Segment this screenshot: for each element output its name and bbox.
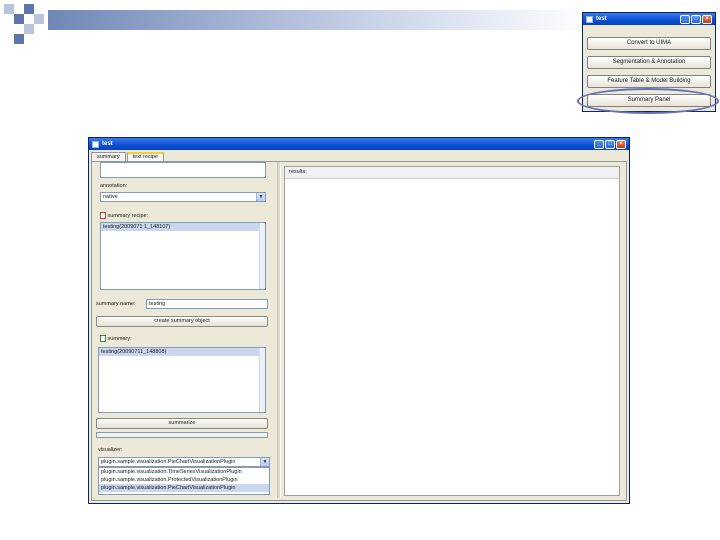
convert-to-uima-button[interactable]: Convert to UIMA <box>587 37 711 50</box>
close-icon[interactable]: × <box>702 14 712 24</box>
decor-square <box>34 14 44 24</box>
tab-content: annotation: native ▼ summary recipe: tes… <box>91 161 627 501</box>
close-icon[interactable]: × <box>616 139 626 149</box>
annotation-label: annotation: <box>100 183 128 189</box>
chevron-down-icon[interactable]: ▼ <box>256 193 265 201</box>
scrollbar[interactable] <box>259 348 265 412</box>
maximize-icon[interactable]: □ <box>605 139 615 149</box>
decor-square <box>4 4 14 14</box>
list-item[interactable]: testing(20090711_148808) <box>99 348 265 356</box>
results-panel: results: <box>284 166 620 496</box>
decor-square <box>24 4 34 14</box>
summary-icon <box>100 335 106 342</box>
progress-bar <box>96 432 268 438</box>
visualizer-label: visualizer: <box>98 447 123 453</box>
summary-label: summary: <box>107 335 132 342</box>
list-item[interactable]: testing(2009071 1_148107) <box>101 223 265 231</box>
annotation-select[interactable]: native ▼ <box>100 192 266 202</box>
left-pane: annotation: native ▼ summary recipe: tes… <box>94 162 274 498</box>
dropdown-option[interactable]: plugin.sample.visualization.ProtectedVis… <box>99 476 269 484</box>
app-icon <box>586 15 593 23</box>
visualizer-selected: plugin.sample.visualization.PieChartVisu… <box>101 459 236 465</box>
decor-gradient-band <box>48 10 588 30</box>
visualizer-dropdown-list[interactable]: plugin.sample.visualization.TimeSeriesVi… <box>98 467 270 495</box>
decor-square <box>14 14 24 24</box>
scrollbar[interactable] <box>259 223 265 289</box>
feature-table-model-building-button[interactable]: Feature Table & Model Building <box>587 75 711 88</box>
dropdown-option[interactable]: plugin.sample.visualization.PieChartVisu… <box>99 484 269 492</box>
dropdown-option[interactable]: plugin.sample.visualization.TimeSeriesVi… <box>99 468 269 476</box>
launcher-titlebar[interactable]: test _ □ × <box>583 13 715 25</box>
visualizer-select[interactable]: plugin.sample.visualization.PieChartVisu… <box>98 457 270 467</box>
decor-square <box>14 34 24 44</box>
tab-strip: summary text recipe <box>89 150 629 162</box>
recipe-icon <box>100 212 106 219</box>
main-window: test _ □ × summary text recipe annotatio… <box>88 137 630 504</box>
segmentation-annotation-button[interactable]: Segmentation & Annotation <box>587 56 711 69</box>
chevron-down-icon[interactable]: ▼ <box>260 458 269 466</box>
highlight-ellipse <box>577 88 719 114</box>
results-label: results: <box>285 167 619 179</box>
top-text-box[interactable] <box>100 162 266 178</box>
summary-recipe-heading: summary recipe: <box>100 212 148 219</box>
main-title: test <box>102 141 113 147</box>
maximize-icon[interactable]: □ <box>691 14 701 24</box>
summarize-button[interactable]: summarize <box>96 418 268 429</box>
create-summary-object-button[interactable]: create summary object <box>96 316 268 327</box>
minimize-icon[interactable]: _ <box>680 14 690 24</box>
main-titlebar[interactable]: test _ □ × <box>89 138 629 150</box>
summary-name-label: summary name: <box>96 301 136 307</box>
summary-heading: summary: <box>100 335 132 342</box>
summary-recipe-label: summary recipe: <box>107 212 149 219</box>
summary-name-input[interactable]: testing <box>146 299 268 309</box>
summary-list[interactable]: testing(20090711_148808) <box>98 347 266 413</box>
split-divider[interactable] <box>277 162 281 498</box>
annotation-value: native <box>103 194 118 200</box>
minimize-icon[interactable]: _ <box>594 139 604 149</box>
app-icon <box>92 140 99 148</box>
launcher-title: test <box>596 16 607 22</box>
decor-square <box>24 24 34 34</box>
summary-recipe-list[interactable]: testing(2009071 1_148107) <box>100 222 266 290</box>
